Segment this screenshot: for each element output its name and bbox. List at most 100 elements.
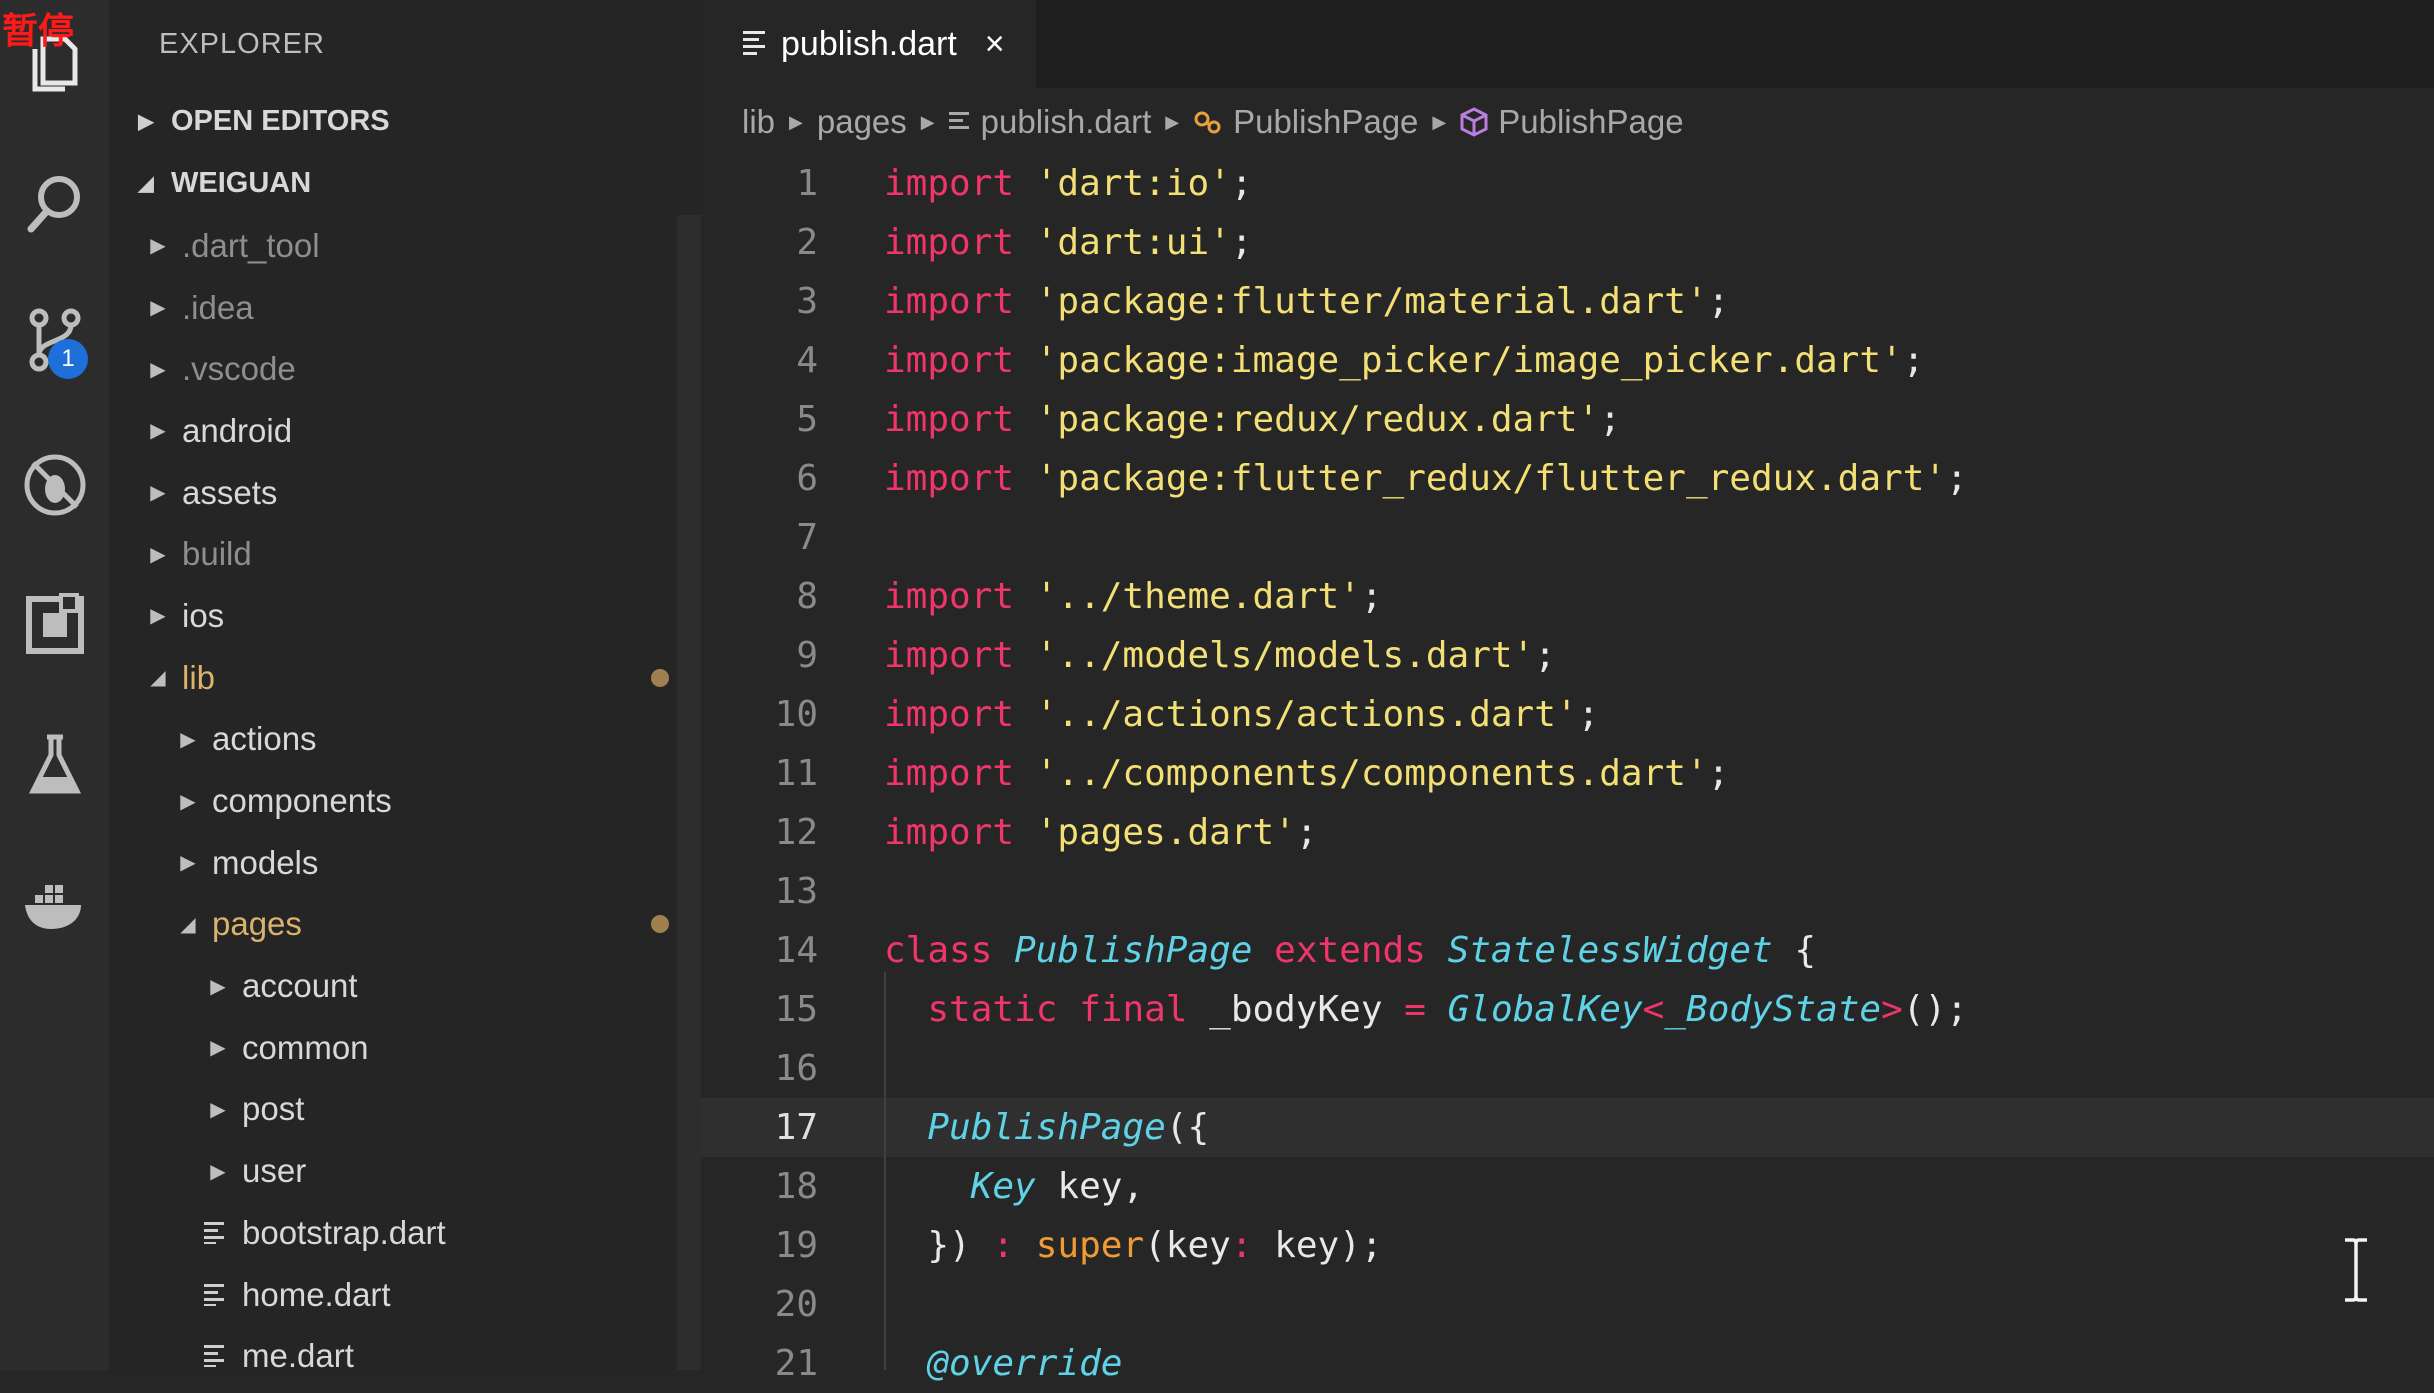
code-line[interactable]: 3 import 'package:flutter/material.dart'; <box>701 272 2434 331</box>
file-lines-icon <box>204 1214 232 1252</box>
code-line[interactable]: 16 <box>701 1039 2434 1098</box>
line-number: 6 <box>796 458 818 499</box>
code-line[interactable]: 21 @override <box>701 1334 2434 1393</box>
code-line[interactable]: 15 static final _bodyKey = GlobalKey<_Bo… <box>701 980 2434 1039</box>
tree-folder[interactable]: ▶ .idea <box>109 277 677 339</box>
code-line[interactable]: 5 import 'package:redux/redux.dart'; <box>701 390 2434 449</box>
code-line[interactable]: 14 class PublishPage extends StatelessWid… <box>701 921 2434 980</box>
extensions-icon[interactable] <box>0 570 109 680</box>
code-token: < <box>1642 989 1665 1030</box>
code-token: PublishPage <box>927 1107 1166 1148</box>
tree-folder[interactable]: ▶ user <box>109 1140 677 1202</box>
chevron-right-icon: ▶ <box>150 297 166 320</box>
explorer-sidebar: EXPLORER ▶ OPEN EDITORS ◢ WEIGUAN ▶ .dart… <box>109 0 701 1374</box>
tree-folder[interactable]: ▶ ios <box>109 585 677 647</box>
close-icon[interactable]: × <box>985 25 1005 64</box>
code-text: import 'package:image_picker/image_picke… <box>884 340 1924 381</box>
line-number: 19 <box>774 1225 818 1266</box>
line-number: 4 <box>796 340 818 381</box>
class-symbol-icon <box>1193 107 1223 137</box>
code-line[interactable]: 11 import '../components/components.dart'… <box>701 744 2434 803</box>
code-text: import 'pages.dart'; <box>884 812 1318 853</box>
code-line[interactable]: 20 <box>701 1275 2434 1334</box>
tree-folder[interactable]: ▶ common <box>109 1017 677 1079</box>
code-line[interactable]: 1 import 'dart:io'; <box>701 154 2434 213</box>
code-text: import '../components/components.dart'; <box>884 753 1729 794</box>
line-number: 1 <box>796 163 818 204</box>
code-line[interactable]: 4 import 'package:image_picker/image_pick… <box>701 331 2434 390</box>
code-line[interactable]: 18 Key key, <box>701 1157 2434 1216</box>
code-line[interactable]: 8 import '../theme.dart'; <box>701 567 2434 626</box>
tree-folder[interactable]: ▶ assets <box>109 462 677 524</box>
tree-folder[interactable]: ◢ pages <box>109 894 677 956</box>
code-token: (); <box>1902 989 1968 1030</box>
code-token: key); <box>1252 1225 1383 1266</box>
breadcrumb-item-class[interactable]: PublishPage <box>1233 103 1418 141</box>
code-token: : <box>992 1225 1015 1266</box>
tree-folder[interactable]: ▶ account <box>109 955 677 1017</box>
code-token: 'package:image_picker/image_picker.dart' <box>1035 340 1903 381</box>
code-line[interactable]: 2 import 'dart:ui'; <box>701 213 2434 272</box>
code-token: 'pages.dart' <box>1035 812 1296 853</box>
code-text: static final _bodyKey = GlobalKey<_BodyS… <box>884 989 1968 1030</box>
code-line[interactable]: 10 import '../actions/actions.dart'; <box>701 685 2434 744</box>
modified-indicator <box>651 668 669 687</box>
tree-folder[interactable]: ▶ android <box>109 400 677 462</box>
line-number: 15 <box>774 989 818 1030</box>
tree-folder[interactable]: ▶ .vscode <box>109 338 677 400</box>
code-editor[interactable]: 1 import 'dart:io'; 2 import 'dart:ui'; 3 imp… <box>701 154 2434 1393</box>
test-flask-icon[interactable] <box>0 710 109 820</box>
code-line[interactable]: 19 }) : super(key: key); <box>701 1216 2434 1275</box>
section-open-editors[interactable]: ▶ OPEN EDITORS <box>109 90 701 152</box>
tree-folder[interactable]: ▶ .dart_tool <box>109 215 677 277</box>
line-number: 13 <box>774 871 818 912</box>
tab-publish-dart[interactable]: publish.dart × <box>701 0 1036 88</box>
line-number: 10 <box>774 694 818 735</box>
code-line[interactable]: 7 <box>701 508 2434 567</box>
breadcrumb-item-lib[interactable]: lib <box>742 103 775 141</box>
sidebar-scrollbar[interactable] <box>677 215 701 1370</box>
code-token: ; <box>1295 812 1318 853</box>
breadcrumb-item-pages[interactable]: pages <box>817 103 907 141</box>
tree-file[interactable]: bootstrap.dart <box>109 1202 677 1264</box>
code-token: StatelessWidget <box>1447 930 1773 971</box>
tree-folder[interactable]: ▶ models <box>109 832 677 894</box>
file-lines-icon <box>948 110 971 134</box>
search-icon[interactable] <box>0 148 109 258</box>
breadcrumb-item-file[interactable]: publish.dart <box>981 103 1152 141</box>
code-line[interactable]: 13 <box>701 862 2434 921</box>
tree-item-label: assets <box>182 473 278 511</box>
chevron-down-icon: ◢ <box>180 913 196 936</box>
docker-icon[interactable] <box>0 850 109 960</box>
code-line[interactable]: 12 import 'pages.dart'; <box>701 803 2434 862</box>
tree-folder[interactable]: ▶ build <box>109 523 677 585</box>
tree-folder[interactable]: ◢ lib <box>109 647 677 709</box>
code-text: import 'package:redux/redux.dart'; <box>884 399 1621 440</box>
tree-file[interactable]: me.dart <box>109 1325 677 1387</box>
code-token: 'dart:io' <box>1035 163 1231 204</box>
tree-file[interactable]: home.dart <box>109 1264 677 1326</box>
tree-folder[interactable]: ▶ components <box>109 770 677 832</box>
line-number: 20 <box>774 1284 818 1325</box>
tree-folder[interactable]: ▶ post <box>109 1079 677 1141</box>
tree-folder[interactable]: ▶ actions <box>109 709 677 771</box>
source-control-badge: 1 <box>48 339 88 379</box>
breadcrumb-item-constructor[interactable]: PublishPage <box>1498 103 1683 141</box>
code-token: ; <box>1707 281 1730 322</box>
code-line[interactable]: 17 PublishPage({ <box>701 1098 2434 1157</box>
code-token: (key <box>1144 1225 1231 1266</box>
source-control-icon[interactable]: 1 <box>0 285 109 395</box>
code-token: ; <box>1707 753 1730 794</box>
file-lines-icon <box>743 25 767 64</box>
section-weiguan[interactable]: ◢ WEIGUAN <box>109 152 701 214</box>
code-token: import <box>884 753 1015 794</box>
code-line[interactable]: 6 import 'package:flutter_redux/flutter_r… <box>701 449 2434 508</box>
code-line[interactable]: 9 import '../models/models.dart'; <box>701 626 2434 685</box>
debug-icon[interactable] <box>0 430 109 540</box>
indent-guide <box>884 972 886 1370</box>
